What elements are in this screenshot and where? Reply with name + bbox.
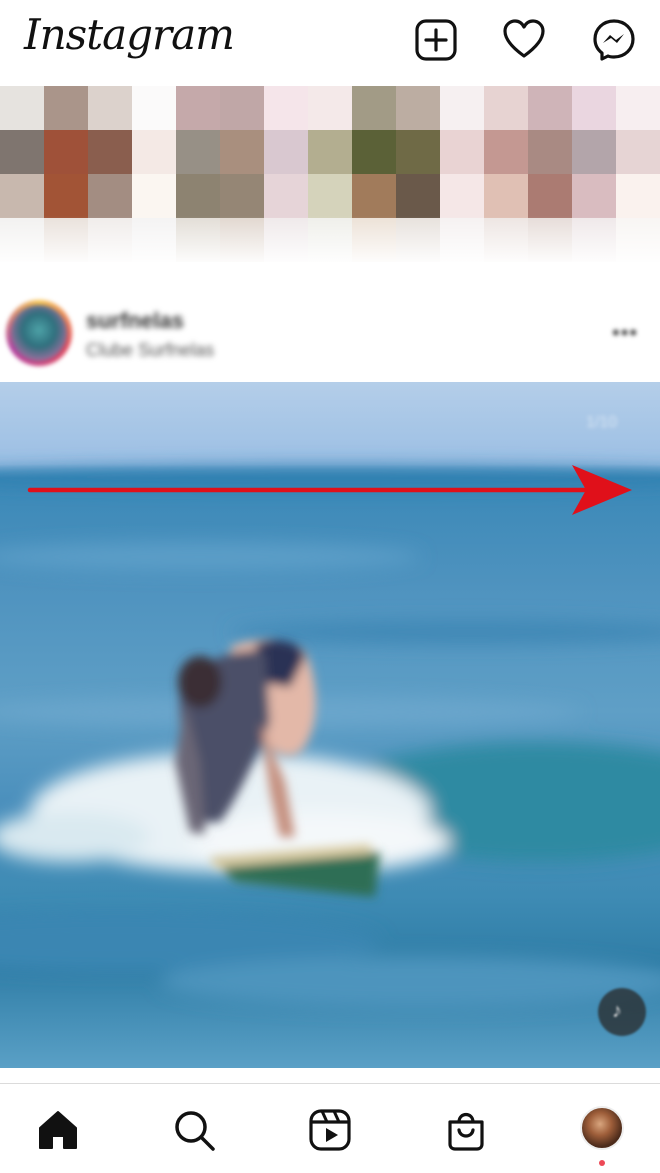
instagram-logo[interactable]: Instagram [24,10,235,59]
search-icon[interactable] [170,1106,218,1154]
top-bar: Instagram [0,0,660,86]
more-options-icon[interactable]: ••• [612,320,638,346]
post-subtitle[interactable]: Clube Surfnelas [86,340,214,361]
notification-dot [599,1160,605,1166]
profile-avatar[interactable] [580,1106,624,1150]
stories-fade [0,216,660,266]
stories-tray[interactable] [0,86,660,266]
add-post-icon[interactable] [414,18,458,62]
messenger-icon[interactable] [592,18,636,62]
media-counter: 1/10 [586,414,618,431]
post-header: surfnelas Clube Surfnelas ••• [0,282,660,382]
heart-icon[interactable] [502,18,546,62]
avatar-image [11,305,67,361]
post-avatar[interactable] [6,300,72,366]
bottom-navigation [0,1083,660,1173]
swipe-arrow-annotation [27,465,632,515]
reels-icon[interactable] [306,1106,354,1154]
post-username[interactable]: surfnelas [86,308,184,334]
home-icon[interactable] [34,1106,82,1154]
shop-icon[interactable] [442,1106,490,1154]
mute-icon[interactable]: ♪ [598,988,646,1036]
